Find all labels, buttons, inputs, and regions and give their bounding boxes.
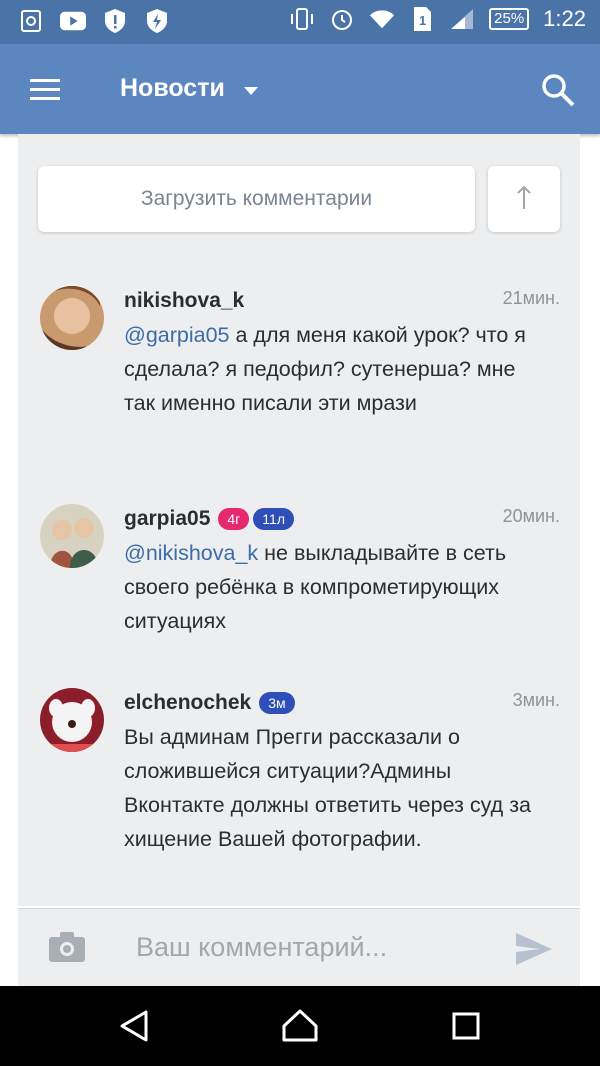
comment-composer	[18, 908, 580, 987]
alert-shield-icon	[102, 8, 128, 34]
menu-icon[interactable]	[24, 70, 64, 110]
status-badge: 11л	[253, 508, 294, 530]
youtube-icon	[60, 8, 86, 34]
signal-icon	[449, 6, 475, 32]
caret-down-icon[interactable]	[242, 84, 260, 102]
comment-author[interactable]: elchenochek	[124, 691, 251, 715]
comment-author[interactable]: nikishova_k	[124, 289, 244, 313]
status-badge: 4г	[218, 508, 250, 530]
comment-mention[interactable]: @nikishova_k	[124, 541, 258, 565]
comment-time: 20мин.	[502, 506, 560, 526]
send-icon[interactable]	[514, 931, 554, 967]
search-icon[interactable]	[538, 70, 578, 110]
chrome-icon	[18, 8, 44, 34]
battery-icon: 25%	[489, 8, 530, 30]
load-comments-button[interactable]: Загрузить комментарии	[38, 166, 475, 232]
avatar[interactable]	[40, 286, 104, 350]
app-bar: Новости	[0, 44, 600, 134]
comment-text: Вы админам Прегги рассказали о сложившей…	[124, 725, 532, 851]
svg-text:1: 1	[419, 13, 426, 28]
navigation-bar	[0, 986, 600, 1066]
camera-icon[interactable]	[48, 931, 86, 965]
comment-item[interactable]: nikishova_k 21мин. @garpia05 а для меня …	[38, 286, 560, 466]
comment-time: 3мин.	[512, 690, 560, 710]
status-bar: 1 25% 1:22	[0, 0, 600, 44]
alarm-icon	[329, 6, 355, 32]
back-icon[interactable]	[114, 1006, 154, 1046]
clock: 1:22	[543, 6, 586, 31]
home-icon[interactable]	[280, 1006, 320, 1046]
arrow-up-icon	[514, 184, 534, 215]
comment-item[interactable]: elchenochek 3м 3мин. Вы админам Прегги р…	[38, 688, 560, 868]
avatar[interactable]	[40, 504, 104, 568]
comment-time: 21мин.	[502, 288, 560, 308]
comment-author[interactable]: garpia05	[124, 507, 210, 531]
vibrate-icon	[289, 6, 315, 32]
page-title[interactable]: Новости	[120, 74, 225, 103]
comment-text: @garpia05 а для меня какой урок? что я с…	[124, 323, 526, 415]
sim-icon: 1	[409, 6, 435, 32]
recents-icon[interactable]	[446, 1006, 486, 1046]
bolt-shield-icon	[144, 8, 170, 34]
comment-mention[interactable]: @garpia05	[124, 323, 230, 347]
comment-text: @nikishova_k не выкладывайте в сеть свое…	[124, 541, 507, 633]
scroll-up-button[interactable]	[488, 166, 560, 232]
comment-input[interactable]	[136, 927, 496, 967]
wifi-icon	[369, 6, 395, 32]
avatar[interactable]	[40, 688, 104, 752]
status-badge: 3м	[259, 692, 295, 714]
comment-item[interactable]: garpia05 4г 11л 20мин. @nikishova_k не в…	[38, 504, 560, 644]
